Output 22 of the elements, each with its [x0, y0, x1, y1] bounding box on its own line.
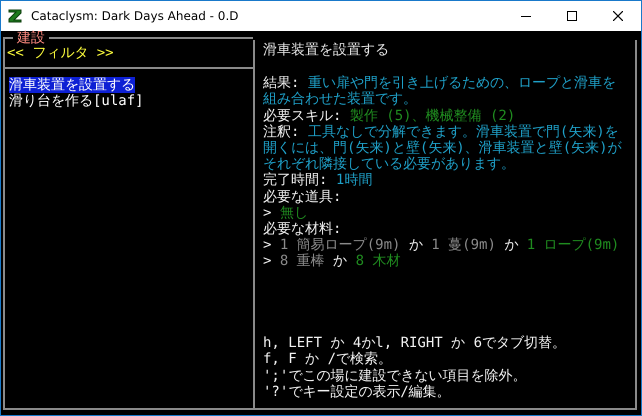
- detail-text: 必要な材料:: [263, 221, 342, 238]
- detail-text: 注釈: 工具なしで分解できます。滑車装置で門(矢来)を開くには、門(矢来)と壁(矢来)、滑車装置と壁(矢来)がそれぞれ隣接している必要があります。: [263, 124, 623, 172]
- detail-text: 必要スキル: 製作 (5)、機械整備 (2): [263, 108, 516, 124]
- detail-text: 必要な道具:: [263, 188, 342, 205]
- detail-text: > 1 簡易ロープ(9m) か 1 蔓(9m) か 1 ロープ(9m): [263, 237, 620, 254]
- help-text: f, F か /で検索。: [263, 351, 394, 368]
- detail-text: > 8 重棒 か 8 木材: [263, 253, 402, 270]
- menu-item[interactable]: 滑り台を作る[ulaf]: [9, 93, 144, 110]
- panel-title: 建設: [16, 31, 46, 45]
- detail-heading: 滑車装置を設置する: [263, 42, 390, 58]
- maximize-icon[interactable]: [567, 11, 577, 21]
- close-icon[interactable]: [613, 11, 623, 21]
- detail-text: > 無し: [263, 204, 309, 222]
- help-text: ';'でこの場に建設できない項目を除外。: [263, 368, 528, 384]
- filter-tab[interactable]: << フィルタ >>: [5, 45, 253, 70]
- detail-text: 結果: 重い扉や門を引き上げるための、ロープと滑車を組み合わせた装置です。: [263, 75, 617, 108]
- app-icon: [7, 8, 23, 24]
- detail-text: 完了時間: 1時間: [263, 172, 374, 189]
- window-title: Cataclysm: Dark Days Ahead - 0.D: [31, 9, 240, 23]
- menu-item[interactable]: 滑車装置を設置する: [9, 77, 135, 94]
- help-text: '?'でキー設定の表示/編集。: [263, 384, 452, 400]
- help-text: h, LEFT か 4かl, RIGHT か 6でタブ切替。: [263, 335, 568, 352]
